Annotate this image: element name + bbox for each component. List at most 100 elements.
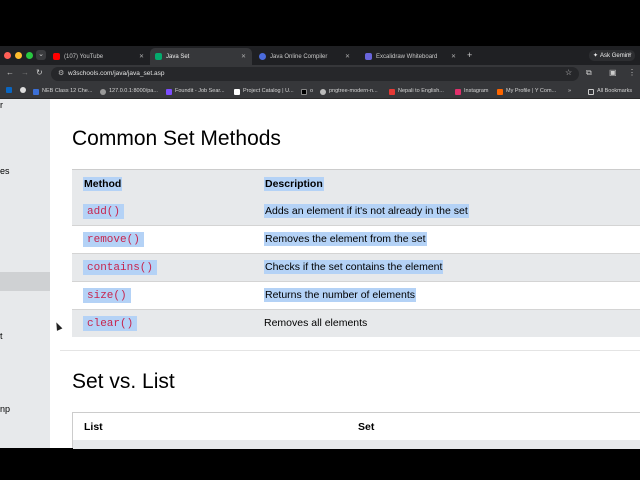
table-row: add() Adds an element if it's not alread… — [72, 197, 640, 225]
bookmark-x[interactable]: o — [301, 87, 313, 96]
bookmark-instagram[interactable]: Instagram — [455, 87, 488, 96]
sidebar-item-label[interactable]: np — [0, 404, 10, 414]
menu-icon[interactable]: ⋮ — [628, 68, 636, 77]
method-code: clear() — [87, 317, 134, 330]
instagram-icon — [455, 88, 461, 95]
method-description: Adds an element if it's not already in t… — [264, 204, 469, 218]
linkedin-icon[interactable] — [6, 87, 15, 93]
excalidraw-icon — [365, 53, 372, 60]
sidebar-item-active[interactable] — [0, 272, 50, 291]
method-description: Returns the number of elements — [264, 288, 416, 302]
back-icon[interactable]: ← — [6, 67, 14, 79]
close-icon[interactable]: ✕ — [345, 53, 350, 60]
x-icon — [301, 88, 307, 95]
row-divider — [72, 281, 640, 282]
window-close-button[interactable] — [4, 52, 11, 59]
sidebar-item-label[interactable]: t — [0, 331, 3, 341]
bookmark-nepali[interactable]: Nepali to English... — [389, 87, 444, 96]
url-text[interactable]: w3schools.com/java/java_set.asp — [68, 69, 164, 79]
close-icon[interactable]: ✕ — [241, 53, 246, 60]
tab-java-set[interactable]: Java Set ✕ — [150, 48, 252, 65]
tab-java-compiler[interactable]: Java Online Compiler ✕ — [254, 48, 356, 65]
profile-icon[interactable]: ▣ — [609, 68, 617, 77]
bookmark-star-icon[interactable]: ☆ — [565, 68, 572, 77]
table-row: remove() Removes the element from the se… — [72, 225, 640, 253]
bookmark-foundit[interactable]: Foundit - Job Sear... — [166, 87, 225, 96]
chevron-down-icon[interactable]: ⌄ — [627, 49, 633, 57]
set-vs-list-table: List Set — [72, 412, 640, 449]
table-row: size() Returns the number of elements — [72, 281, 640, 309]
bookmark-project-catalog[interactable]: Project Catalog | U... — [234, 87, 294, 96]
method-code: size() — [87, 289, 127, 302]
method-code: remove() — [87, 233, 140, 246]
bookmark-label: pngtree-modern-n... — [329, 88, 378, 94]
bookmark-label: o — [310, 88, 314, 94]
window-minimize-button[interactable] — [15, 52, 22, 59]
tab-label: Java Online Compiler — [270, 53, 328, 60]
table-header-row: Method Description — [72, 169, 640, 197]
extensions-icon[interactable]: ⧉ — [586, 68, 592, 78]
w3schools-icon — [155, 53, 162, 60]
table-row — [73, 440, 640, 449]
bookmark-icon — [234, 88, 240, 95]
section-heading-set-vs-list: Set vs. List — [72, 370, 175, 393]
close-icon[interactable]: ✕ — [451, 53, 456, 60]
forward-icon[interactable]: → — [21, 67, 29, 79]
tab-label: Java Set — [166, 53, 190, 60]
column-header-method: Method — [83, 177, 123, 191]
bookmark-pngtree[interactable]: pngtree-modern-n... — [320, 87, 378, 96]
row-divider — [72, 309, 640, 310]
sidebar-item-label[interactable]: es — [0, 166, 10, 176]
bookmark-label: Nepali to English... — [398, 88, 444, 94]
bookmarks-overflow-icon[interactable]: » — [568, 87, 571, 96]
bookmark-icon — [166, 88, 172, 95]
tab-excalidraw[interactable]: Excalidraw Whiteboard ✕ — [360, 48, 462, 65]
method-code: add() — [87, 205, 121, 218]
all-bookmarks[interactable]: All Bookmarks — [588, 87, 632, 96]
bookmark-label: Instagram — [464, 88, 489, 94]
tab-label: (107) YouTube — [64, 53, 104, 60]
site-info-icon[interactable]: ⚙ — [58, 69, 64, 77]
tab-search-icon[interactable]: ⌄ — [36, 50, 46, 60]
new-tab-button[interactable]: + — [467, 50, 472, 60]
column-header-set: Set — [358, 420, 375, 433]
row-divider — [72, 225, 640, 226]
ycombinator-icon — [497, 88, 503, 95]
compiler-icon — [259, 53, 266, 60]
sparkle-icon: ✦ — [593, 53, 599, 59]
table-row: clear() Removes all elements — [72, 309, 640, 337]
column-header-description: Description — [264, 177, 324, 191]
bookmark-label: Foundit - Job Sear... — [175, 88, 225, 94]
globe-icon — [100, 88, 106, 95]
tab-youtube[interactable]: (107) YouTube ✕ — [48, 48, 150, 65]
column-header-list: List — [84, 420, 103, 433]
bookmark-label: 127.0.0.1:8000/pa... — [109, 88, 158, 94]
bookmark-icon — [389, 88, 395, 95]
bookmark-label: All Bookmarks — [597, 88, 633, 94]
section-divider — [60, 350, 640, 351]
method-code: contains() — [87, 261, 154, 274]
youtube-icon — [53, 53, 60, 60]
window-maximize-button[interactable] — [26, 52, 33, 59]
method-description: Removes all elements — [264, 317, 368, 329]
bookmark-label: NEB Class 12 Che... — [42, 88, 93, 94]
folder-icon — [588, 88, 594, 95]
bookmark-localhost[interactable]: 127.0.0.1:8000/pa... — [100, 87, 158, 96]
bookmark-ycombinator[interactable]: My Profile | Y Com... — [497, 87, 556, 96]
close-icon[interactable]: ✕ — [139, 53, 144, 60]
github-icon[interactable] — [20, 87, 29, 93]
tab-label: Excalidraw Whiteboard — [376, 53, 438, 60]
bookmark-icon — [33, 88, 39, 95]
section-heading-common-set-methods: Common Set Methods — [72, 127, 281, 150]
reload-icon[interactable]: ↻ — [36, 67, 43, 79]
bookmark-label: Project Catalog | U... — [243, 88, 294, 94]
table-row: contains() Checks if the set contains th… — [72, 253, 640, 281]
method-description: Removes the element from the set — [264, 232, 427, 246]
bookmark-label: My Profile | Y Com... — [506, 88, 557, 94]
globe-icon — [320, 88, 326, 95]
method-description: Checks if the set contains the element — [264, 260, 444, 274]
screen: ⌄ (107) YouTube ✕ Java Set ✕ Java Online… — [0, 0, 640, 480]
sidebar-item-label[interactable]: r — [0, 100, 3, 110]
row-divider — [72, 253, 640, 254]
bookmark-neb[interactable]: NEB Class 12 Che... — [33, 87, 92, 96]
